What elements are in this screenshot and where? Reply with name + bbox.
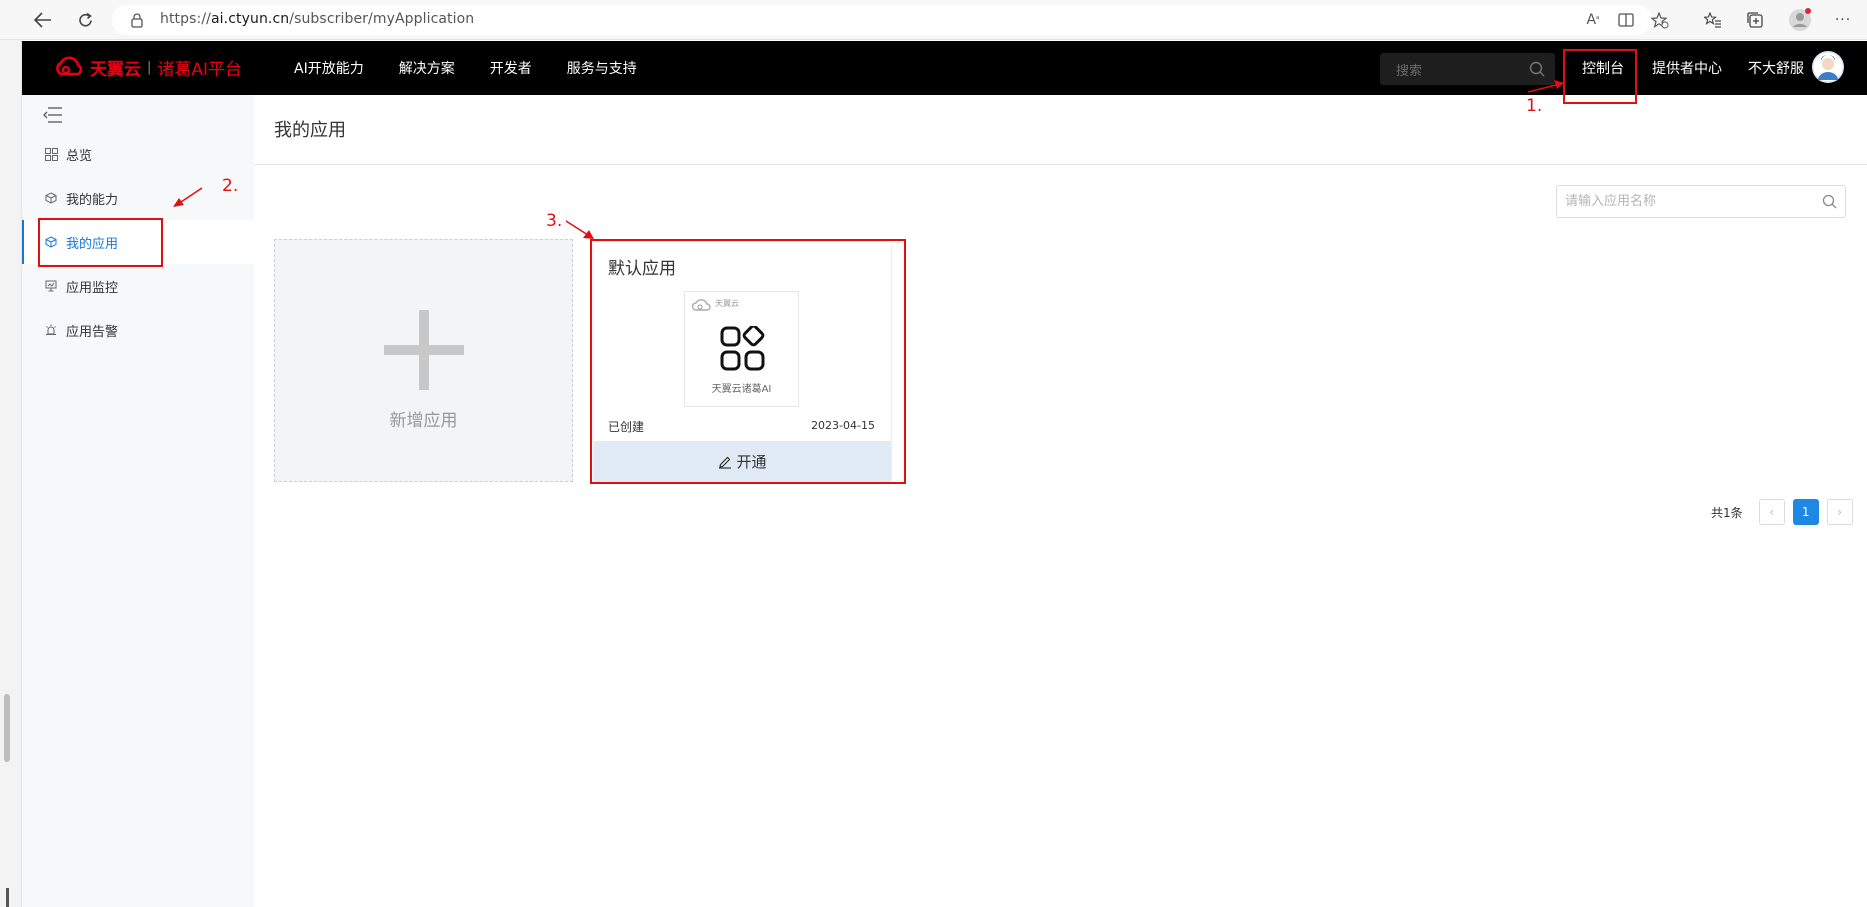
menu-developers[interactable]: 开发者	[490, 58, 532, 78]
global-search-placeholder: 搜索	[1396, 64, 1423, 79]
menu-service-support[interactable]: 服务与支持	[567, 58, 637, 78]
divider	[254, 164, 1867, 165]
address-bar[interactable]: https://ai.ctyun.cn/subscriber/myApplica…	[112, 5, 1669, 35]
collections-icon[interactable]	[1741, 6, 1769, 34]
brand-logo[interactable]: 天翼云 | 诸葛AI平台	[52, 55, 242, 80]
sidebar-item-app-alarms[interactable]: 应用告警	[22, 308, 254, 352]
scrollbar-thumb[interactable]	[4, 694, 10, 762]
main-menu: AI开放能力 解决方案 开发者 服务与支持	[294, 41, 672, 95]
highlight-console	[1563, 49, 1637, 104]
favorite-star-icon[interactable]	[1647, 8, 1673, 32]
page-title: 我的应用	[274, 120, 346, 141]
sidebar-item-label: 应用监控	[66, 280, 119, 296]
sidebar-item-label: 总览	[66, 148, 93, 164]
menu-solutions[interactable]: 解决方案	[399, 58, 455, 78]
sidebar-item-label: 我的能力	[66, 192, 119, 208]
annotation-step-1: 1.	[1526, 96, 1543, 116]
cube-icon	[44, 191, 58, 205]
lock-icon[interactable]	[130, 12, 144, 28]
highlight-application-card	[590, 239, 906, 484]
favorites-list-icon[interactable]	[1699, 6, 1727, 34]
collapse-menu-icon[interactable]	[42, 105, 64, 125]
sidebar-item-app-monitoring[interactable]: 应用监控	[22, 264, 254, 308]
plus-icon-bar	[384, 345, 464, 355]
search-icon[interactable]	[1529, 61, 1545, 77]
page-1-button[interactable]: 1	[1792, 499, 1819, 525]
provider-center-link[interactable]: 提供者中心	[1652, 41, 1722, 95]
alarm-icon	[44, 323, 58, 337]
menu-ai-capabilities[interactable]: AI开放能力	[294, 58, 364, 78]
sidebar-item-my-capabilities[interactable]: 我的能力	[22, 176, 254, 220]
back-arrow-icon[interactable]	[29, 6, 57, 34]
sidebar: 总览 我的能力 我的应用 应用监控 应用告警	[22, 95, 254, 907]
read-aloud-icon[interactable]: Aᵃ	[1580, 8, 1606, 32]
sidebar-item-label: 应用告警	[66, 324, 119, 340]
grid-icon	[44, 147, 58, 161]
annotation-arrow-3	[565, 220, 594, 239]
platform-name: 诸葛AI平台	[157, 60, 243, 80]
brand-separator: |	[147, 60, 152, 75]
background-window-strip	[0, 0, 22, 907]
reload-icon[interactable]	[71, 6, 99, 34]
profile-icon[interactable]	[1786, 6, 1814, 34]
cloud-logo-icon	[56, 56, 83, 75]
app-search	[1556, 185, 1846, 218]
brand-name: 天翼云	[90, 60, 141, 80]
app-search-input[interactable]	[1557, 186, 1807, 217]
scrollbar-marker	[6, 888, 9, 907]
url-text[interactable]: https://ai.ctyun.cn/subscriber/myApplica…	[160, 11, 474, 27]
split-screen-icon[interactable]	[1613, 8, 1639, 32]
annotation-step-3: 3.	[546, 211, 563, 231]
browser-toolbar: https://ai.ctyun.cn/subscriber/myApplica…	[0, 0, 1867, 40]
pagination-total: 共1条	[1711, 505, 1743, 520]
annotation-arrow-1	[1527, 80, 1564, 93]
annotation-step-2: 2.	[222, 176, 239, 196]
username[interactable]: 不大舒服	[1748, 41, 1804, 95]
add-application-card[interactable]: 新增应用	[274, 239, 573, 482]
more-menu-icon[interactable]: ···	[1829, 6, 1857, 34]
highlight-my-applications	[38, 218, 163, 267]
prev-page-button[interactable]: ‹	[1758, 499, 1785, 525]
avatar[interactable]	[1812, 51, 1844, 83]
next-page-button[interactable]: ›	[1826, 499, 1853, 525]
sidebar-item-overview[interactable]: 总览	[22, 132, 254, 176]
add-application-label: 新增应用	[389, 411, 458, 431]
monitor-icon	[44, 279, 58, 293]
annotation-arrow-2	[173, 187, 203, 207]
search-icon[interactable]	[1822, 194, 1837, 209]
pagination: 共1条 ‹ 1 ›	[1711, 499, 1853, 525]
